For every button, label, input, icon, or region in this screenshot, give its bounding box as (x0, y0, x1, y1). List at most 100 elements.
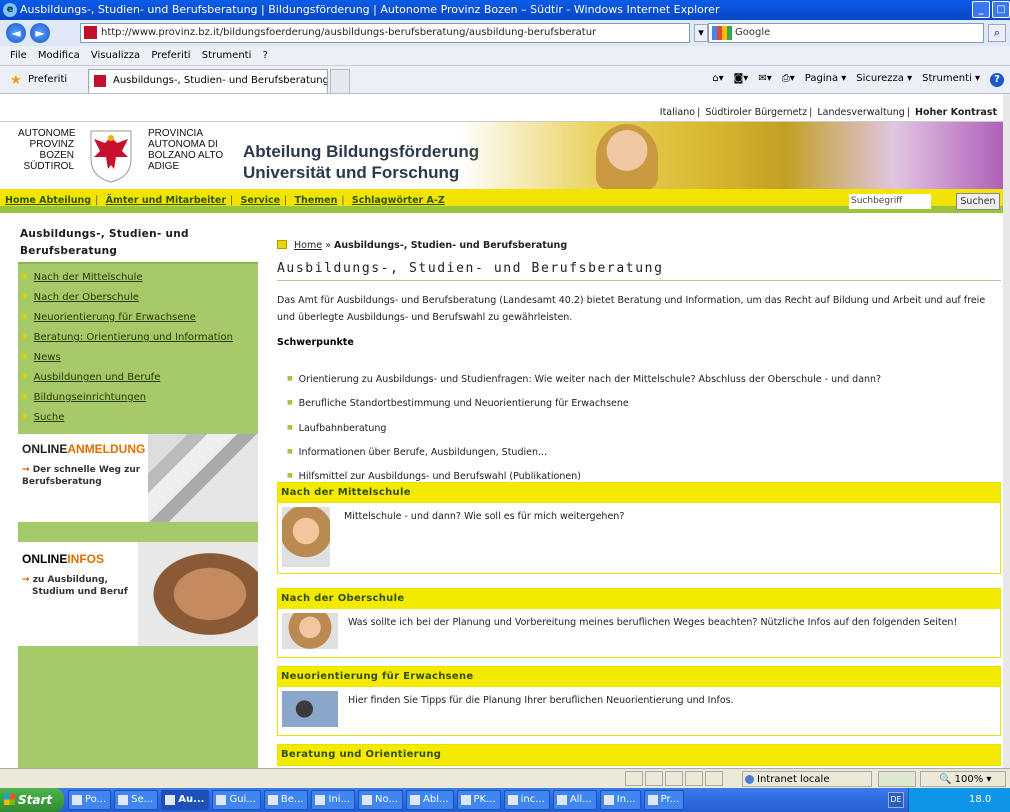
sidebar-item-label: Neuorientierung für Erwachsene (33, 312, 196, 323)
sidebar-item[interactable]: Nach der Mittelschule (22, 267, 258, 287)
list-item: Laufbahnberatung (287, 416, 881, 440)
taskbar-item[interactable]: Abl... (406, 790, 454, 810)
nav-topics[interactable]: Themen (295, 195, 338, 206)
search-magnifier-icon[interactable]: ⌕ (988, 24, 1006, 42)
clock[interactable]: 18.0 (969, 794, 991, 805)
start-button[interactable]: Start (0, 788, 64, 812)
tools-menu[interactable]: Strumenti ▾ (922, 73, 980, 87)
help-icon[interactable]: ? (990, 73, 1004, 87)
card-oberschule[interactable]: Nach der Oberschule Was sollte ich bei d… (277, 588, 1001, 658)
department-title: Abteilung Bildungsförderung Universität … (243, 141, 479, 183)
card-body: Was sollte ich bei der Planung und Vorbe… (278, 609, 1000, 657)
link-high-contrast[interactable]: Hoher Kontrast (915, 107, 997, 118)
promo-line-1: Der schnelle Weg zur (32, 465, 141, 475)
link-landesverwaltung[interactable]: Landesverwaltung (817, 107, 904, 118)
card-beratung[interactable]: Beratung und Orientierung (277, 744, 1001, 766)
nav-keywords[interactable]: Schlagwörter A-Z (352, 195, 445, 206)
zoom-level[interactable]: 🔍 100% ▾ (920, 771, 1006, 787)
forward-button[interactable]: ► (30, 23, 50, 43)
card-erwachsene[interactable]: Neuorientierung für Erwachsene Hier find… (277, 666, 1001, 736)
menu-help[interactable]: ? (263, 50, 268, 61)
sidebar-item[interactable]: Neuorientierung für Erwachsene (22, 307, 258, 327)
tyrol-eagle-logo-icon[interactable] (86, 125, 136, 183)
taskbar-item[interactable]: Gui... (212, 790, 261, 810)
link-italiano[interactable]: Italiano (660, 107, 695, 118)
print-icon[interactable]: ⎙▾ (782, 73, 795, 87)
security-zone[interactable]: Intranet locale (742, 771, 872, 787)
promo-online-registration[interactable]: ONLINEANMELDUNG → Der schnelle Weg zur B… (18, 434, 258, 532)
menu-tools[interactable]: Strumenti (202, 50, 252, 61)
feeds-icon[interactable]: ◙▾ (734, 73, 749, 87)
card-mittelschule[interactable]: Nach der Mittelschule Mittelschule - und… (277, 482, 1001, 574)
taskbar-item[interactable]: Po... (68, 790, 112, 810)
page-menu[interactable]: Pagina ▾ (805, 73, 847, 87)
language-indicator[interactable]: DE (888, 792, 904, 808)
sidebar-item[interactable]: Bildungseinrichtungen (22, 387, 258, 407)
banner-photo-woman (596, 124, 658, 190)
nav-home[interactable]: Home Abteilung (5, 195, 91, 206)
top-links: Italiano | Südtiroler Bürgernetz | Landesv… (659, 107, 997, 118)
new-tab-button[interactable] (330, 69, 350, 93)
maximize-button[interactable]: □ (992, 1, 1010, 18)
favorites-star-icon[interactable]: ★ (10, 73, 22, 88)
taskbar-item[interactable]: Se... (114, 790, 159, 810)
favorites-bar: ★ Preferiti Ausbildungs-, Studien- und B… (0, 66, 1010, 94)
sidebar-item-label: Nach der Oberschule (33, 292, 139, 303)
breadcrumb-home[interactable]: Home (294, 240, 322, 251)
page-scrollbar[interactable] (1003, 94, 1010, 768)
card-title[interactable]: Nach der Oberschule (278, 589, 1000, 609)
browser-tab[interactable]: Ausbildungs-, Studien- und Berufsberatun… (88, 69, 328, 93)
sidebar-item-label: Suche (33, 412, 65, 423)
address-dropdown-icon[interactable]: ▾ (694, 24, 708, 42)
url-field[interactable]: http://www.provinz.bz.it/bildungsfoerder… (80, 23, 690, 43)
security-menu[interactable]: Sicurezza ▾ (856, 73, 912, 87)
promo-online-infos[interactable]: ONLINEINFOS → zu Ausbildung, Studium und… (18, 542, 258, 646)
minimize-button[interactable]: _ (972, 1, 990, 18)
main-content: Home » Ausbildungs-, Studien- und Berufs… (277, 222, 1001, 768)
nav-offices[interactable]: Ämter und Mitarbeiter (106, 195, 226, 206)
taskbar-item[interactable]: No... (358, 790, 404, 810)
favorites-button[interactable]: Preferiti (28, 74, 67, 85)
sidebar-item[interactable]: Ausbildungen und Berufe (22, 367, 258, 387)
sidebar-item[interactable]: Beratung: Orientierung und Information (22, 327, 258, 347)
promo-line-2: Berufsberatung (22, 477, 102, 487)
site-favicon-icon (84, 26, 97, 39)
card-title[interactable]: Neuorientierung für Erwachsene (278, 667, 1000, 687)
menu-view[interactable]: Visualizza (91, 50, 140, 61)
mail-icon[interactable]: ✉▾ (758, 73, 771, 87)
taskbar-item[interactable]: In... (599, 790, 641, 810)
logo-text-de: AUTONOME PROVINZ BOZEN SÜDTIROL (18, 128, 76, 172)
list-item: Informationen über Berufe, Ausbildungen,… (287, 440, 881, 464)
sidebar-menu: Nach der Mittelschule Nach der Oberschul… (18, 264, 258, 431)
taskbar-item[interactable]: Au... (161, 790, 210, 810)
site-search-button[interactable]: Suchen (956, 193, 1000, 210)
status-cell (705, 771, 723, 786)
card-text: Was sollte ich bei der Planung und Vorbe… (348, 617, 958, 628)
menu-edit[interactable]: Modifica (38, 50, 80, 61)
card-title[interactable]: Beratung und Orientierung (278, 745, 1000, 765)
search-box[interactable]: Google (708, 23, 984, 43)
sidebar-item[interactable]: News (22, 347, 258, 367)
menu-file[interactable]: File (10, 50, 27, 61)
nav-service[interactable]: Service (241, 195, 281, 206)
taskbar-item[interactable]: inc... (503, 790, 550, 810)
sidebar-item[interactable]: Suche (22, 407, 258, 427)
taskbar-item[interactable]: Pr... (643, 790, 685, 810)
card-text: Hier finden Sie Tipps für die Planung Ih… (348, 695, 734, 706)
promo2-subtitle: → zu Ausbildung, Studium und Beruf (22, 574, 128, 598)
taskbar-item[interactable]: Be... (263, 790, 309, 810)
promo-title-a: ONLINE (22, 442, 68, 456)
menu-bar: File Modifica Visualizza Preferiti Strum… (0, 46, 1010, 66)
card-title[interactable]: Nach der Mittelschule (278, 483, 1000, 503)
card-body: Mittelschule - und dann? Wie soll es für… (278, 503, 1000, 573)
taskbar-item[interactable]: PK... (456, 790, 501, 810)
back-button[interactable]: ◄ (6, 23, 26, 43)
taskbar-item[interactable]: Ini... (311, 790, 356, 810)
protected-mode-icon[interactable] (878, 771, 916, 787)
sidebar-item[interactable]: Nach der Oberschule (22, 287, 258, 307)
home-icon[interactable]: ⌂▾ (712, 73, 723, 87)
taskbar-item[interactable]: All... (552, 790, 597, 810)
site-search-input[interactable]: Suchbegriff (849, 194, 931, 209)
link-buergernetz[interactable]: Südtiroler Bürgernetz (705, 107, 807, 118)
menu-favorites[interactable]: Preferiti (151, 50, 190, 61)
